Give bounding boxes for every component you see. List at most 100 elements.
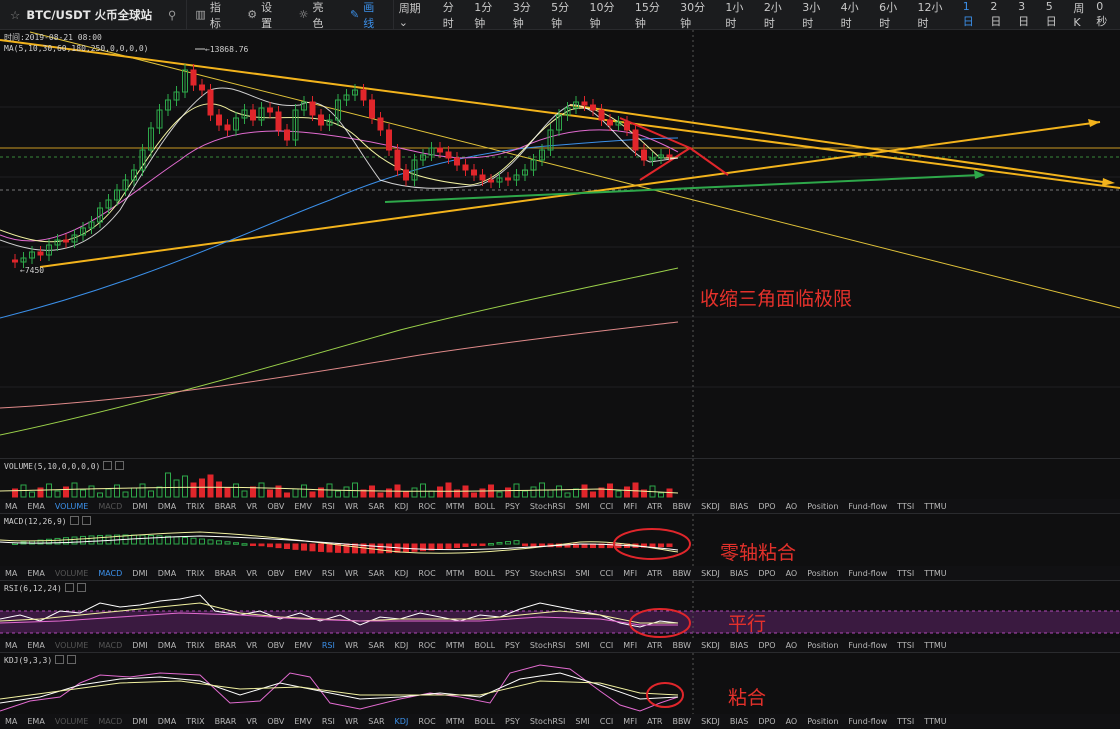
indicator-tab[interactable]: TTMU — [919, 502, 951, 511]
indicator-tab[interactable]: OBV — [262, 717, 289, 726]
indicator-tab[interactable]: AO — [781, 502, 803, 511]
indicator-tab[interactable]: TTSI — [892, 569, 919, 578]
indicator-tab[interactable]: DPO — [753, 569, 780, 578]
indicator-tab[interactable]: CCI — [595, 717, 619, 726]
draw-line-button[interactable]: ✎ 画线 — [342, 0, 393, 30]
indicator-tab[interactable]: VR — [241, 569, 262, 578]
indicator-tab[interactable]: PSY — [500, 502, 525, 511]
indicator-tab[interactable]: MTM — [441, 502, 470, 511]
indicator-tab[interactable]: DMI — [127, 502, 152, 511]
indicator-tab[interactable]: VR — [241, 717, 262, 726]
period-option[interactable]: 10分钟 — [585, 0, 630, 31]
indicator-tab[interactable]: SMI — [570, 717, 594, 726]
indicator-tab[interactable]: KDJ — [390, 641, 414, 650]
indicator-tab[interactable]: DMA — [153, 569, 182, 578]
indicator-tab[interactable]: TTSI — [892, 502, 919, 511]
indicator-tab[interactable]: PSY — [500, 717, 525, 726]
settings-mini-icon[interactable] — [103, 461, 113, 470]
indicator-tab[interactable]: ATR — [642, 502, 667, 511]
period-option[interactable]: 1分钟 — [469, 0, 507, 31]
settings-mini-icon[interactable] — [69, 516, 79, 525]
indicator-tab[interactable]: VR — [241, 641, 262, 650]
indicator-tab[interactable]: SKDJ — [696, 717, 725, 726]
indicator-tab[interactable]: MFI — [618, 641, 642, 650]
indicator-tab[interactable]: BBW — [667, 569, 696, 578]
indicator-tab[interactable]: EMV — [289, 717, 316, 726]
indicator-tab[interactable]: RSI — [317, 502, 340, 511]
period-option[interactable]: 15分钟 — [630, 0, 675, 31]
period-option[interactable]: 5日 — [1041, 0, 1069, 29]
indicator-tab[interactable]: EMV — [289, 641, 316, 650]
indicator-tab[interactable]: RSI — [317, 569, 340, 578]
indicator-tab[interactable]: ROC — [413, 717, 440, 726]
indicator-tab[interactable]: BOLL — [469, 569, 500, 578]
indicator-tab[interactable]: EMA — [22, 717, 49, 726]
indicator-tab[interactable]: DPO — [753, 641, 780, 650]
symbol-selector[interactable]: ☆ BTC/USDT 火币全球站 ⚲ — [0, 0, 188, 30]
indicator-tab[interactable]: WR — [340, 717, 363, 726]
indicator-tab[interactable]: AO — [781, 717, 803, 726]
indicator-tab[interactable]: Fund-flow — [843, 641, 892, 650]
indicator-tab[interactable]: SAR — [363, 717, 389, 726]
indicator-tab[interactable]: WR — [340, 569, 363, 578]
indicator-tab[interactable]: MACD — [93, 569, 127, 578]
light-theme-button[interactable]: ☼ 亮色 — [291, 0, 342, 30]
indicator-tab[interactable]: WR — [340, 502, 363, 511]
indicator-tab[interactable]: DPO — [753, 502, 780, 511]
period-option[interactable]: 周K — [1068, 0, 1096, 29]
indicator-tab[interactable]: VR — [241, 502, 262, 511]
indicator-tab[interactable]: PSY — [500, 569, 525, 578]
indicator-tab[interactable]: ROC — [413, 569, 440, 578]
indicator-tab[interactable]: DMA — [153, 717, 182, 726]
indicator-tab[interactable]: Position — [802, 502, 843, 511]
indicator-tab[interactable]: MTM — [441, 641, 470, 650]
indicator-tab[interactable]: VOLUME — [50, 717, 94, 726]
indicator-tab[interactable]: TTSI — [892, 641, 919, 650]
indicator-tab[interactable]: VOLUME — [50, 569, 94, 578]
indicator-tab[interactable]: BRAR — [210, 641, 242, 650]
indicator-tab[interactable]: BBW — [667, 641, 696, 650]
indicator-tab[interactable]: AO — [781, 569, 803, 578]
indicator-tab[interactable]: SMI — [570, 641, 594, 650]
indicator-tab[interactable]: TRIX — [181, 502, 209, 511]
indicator-tab[interactable]: Fund-flow — [843, 717, 892, 726]
indicator-tab[interactable]: SMI — [570, 569, 594, 578]
indicator-tab[interactable]: DPO — [753, 717, 780, 726]
period-option[interactable]: 4小时 — [836, 0, 874, 31]
period-option[interactable]: 6小时 — [874, 0, 912, 31]
indicator-tab[interactable]: DMI — [127, 717, 152, 726]
indicator-tab[interactable]: EMA — [22, 569, 49, 578]
indicator-tab[interactable]: VOLUME — [50, 641, 94, 650]
search-icon[interactable]: ⚲ — [168, 8, 176, 22]
indicator-tab[interactable]: BIAS — [725, 641, 753, 650]
period-option[interactable]: 30分钟 — [675, 0, 720, 31]
indicator-tab[interactable]: StochRSI — [525, 502, 571, 511]
indicator-tab[interactable]: SAR — [363, 502, 389, 511]
indicator-tab[interactable]: BBW — [667, 717, 696, 726]
indicator-tab[interactable]: EMA — [22, 641, 49, 650]
indicator-tab[interactable]: StochRSI — [525, 641, 571, 650]
period-option[interactable]: 12小时 — [913, 0, 958, 31]
indicator-tab[interactable]: Fund-flow — [843, 502, 892, 511]
indicator-tab[interactable]: SAR — [363, 641, 389, 650]
indicator-tab[interactable]: Position — [802, 717, 843, 726]
price-chart-canvas[interactable]: ←13868.76 ←7450 — [0, 30, 1120, 458]
indicator-tab[interactable]: ATR — [642, 717, 667, 726]
kdj-pane[interactable]: KDJ(9,3,3) 粘合 — [0, 652, 1120, 715]
indicator-tab[interactable]: CCI — [595, 641, 619, 650]
period-option[interactable]: 3小时 — [797, 0, 835, 31]
indicator-tab[interactable]: BIAS — [725, 717, 753, 726]
indicator-tab[interactable]: SMI — [570, 502, 594, 511]
indicator-tab[interactable]: BIAS — [725, 502, 753, 511]
indicator-tab[interactable]: Fund-flow — [843, 569, 892, 578]
indicator-tab[interactable]: BBW — [667, 502, 696, 511]
settings-button[interactable]: ⚙ 设置 — [239, 0, 290, 30]
period-option[interactable]: 1日 — [958, 0, 986, 29]
period-option[interactable]: 3分钟 — [508, 0, 546, 31]
price-chart[interactable]: ←13868.76 ←7450 时间:2019-08-21 08:00 MA(5… — [0, 30, 1120, 458]
indicator-tab[interactable]: EMV — [289, 569, 316, 578]
indicator-tab[interactable]: BRAR — [210, 502, 242, 511]
indicator-tab[interactable]: Position — [802, 569, 843, 578]
indicator-tab[interactable]: TRIX — [181, 641, 209, 650]
settings-mini-icon[interactable] — [55, 655, 65, 664]
